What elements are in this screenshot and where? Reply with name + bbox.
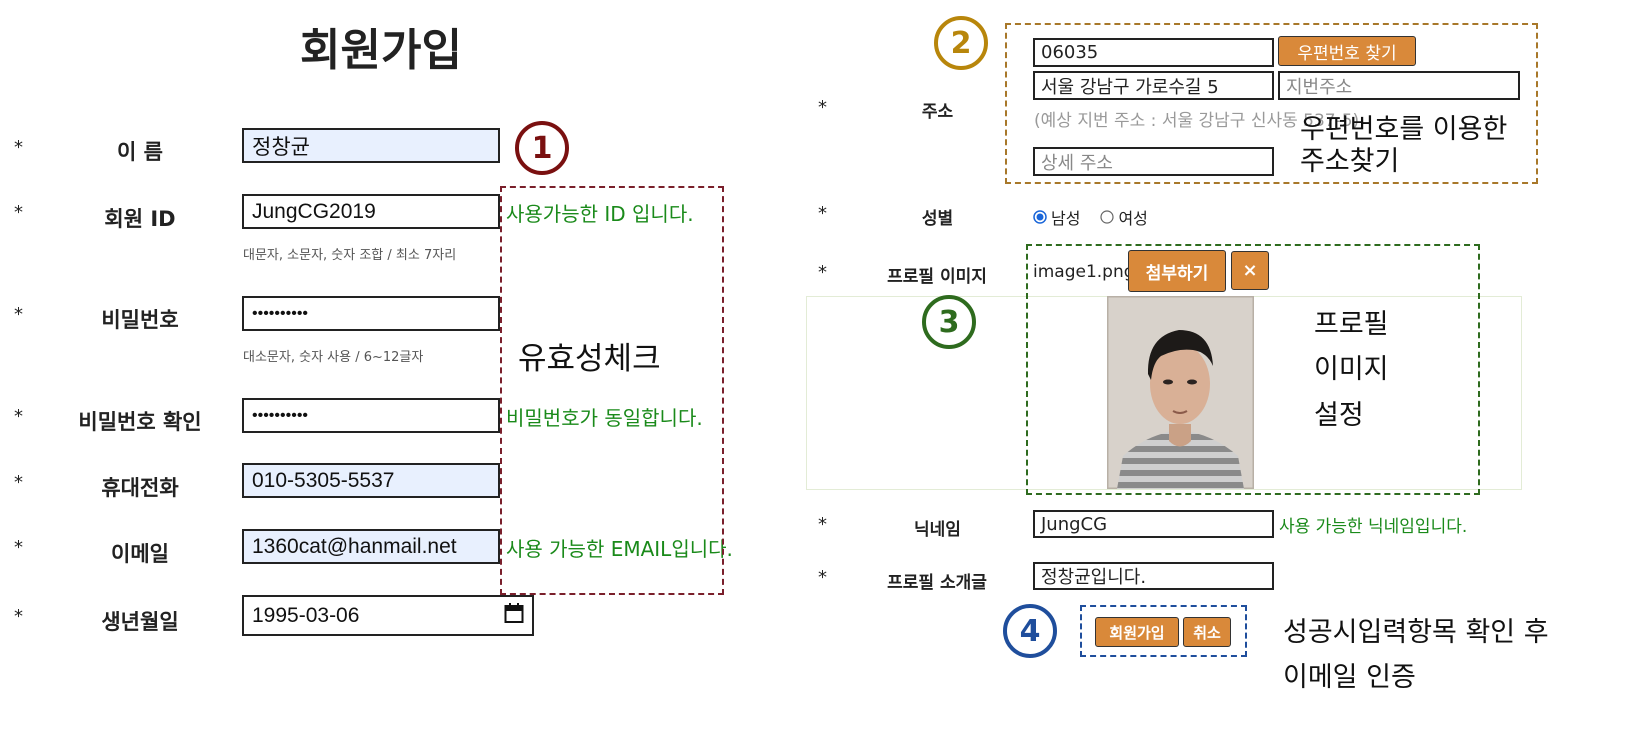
email-input[interactable]: 1360cat@hanmail.net — [242, 529, 500, 564]
step-marker-4: 4 — [1003, 604, 1057, 658]
address-note-line1: 우편번호를 이용한 — [1300, 114, 1508, 145]
birthdate-value: 1995-03-06 — [252, 603, 360, 627]
actions-note-line2: 이메일 인증 — [1283, 662, 1416, 694]
step-marker-2: 2 — [934, 16, 988, 70]
required-mark: * — [14, 537, 23, 558]
actions-note-line1: 성공시입력항목 확인 후 — [1283, 617, 1549, 648]
id-label: 회원 ID — [104, 207, 176, 231]
intro-label: 프로필 소개글 — [887, 573, 987, 593]
required-mark: * — [14, 406, 23, 427]
profile-note: 프로필 이미지 설정 — [1314, 302, 1389, 438]
birthdate-input[interactable]: 1995-03-06 — [242, 595, 534, 636]
profile-note-line2: 이미지 — [1314, 354, 1389, 386]
password-label: 비밀번호 — [101, 308, 179, 332]
signup-button[interactable]: 회원가입 — [1095, 617, 1179, 647]
find-postcode-button[interactable]: 우편번호 찾기 — [1278, 36, 1416, 66]
required-mark: * — [818, 203, 827, 224]
required-mark: * — [818, 262, 827, 283]
profile-filename: image1.png — [1033, 262, 1135, 282]
gender-label: 성별 — [921, 209, 954, 229]
profile-image-label: 프로필 이미지 — [887, 267, 987, 287]
gender-female-label: 여성 — [1118, 209, 1148, 228]
password-confirm-input[interactable]: •••••••••• — [242, 398, 500, 433]
jibun-address-input[interactable]: 지번주소 — [1278, 71, 1520, 100]
nickname-label: 닉네임 — [914, 520, 961, 540]
profile-note-line3: 설정 — [1314, 399, 1364, 431]
id-hint: 대문자, 소문자, 숫자 조합 / 최소 7자리 — [243, 248, 457, 263]
address-label: 주소 — [921, 102, 954, 122]
validity-note: 유효성체크 — [518, 341, 661, 377]
nickname-input[interactable]: JungCG — [1033, 510, 1274, 538]
profile-photo — [1105, 294, 1256, 491]
postcode-input[interactable]: 06035 — [1033, 38, 1274, 67]
cancel-button[interactable]: 취소 — [1183, 617, 1231, 647]
name-input[interactable]: 정창균 — [242, 128, 500, 163]
birthdate-label: 생년월일 — [101, 610, 179, 634]
name-label: 이 름 — [117, 140, 163, 164]
step-marker-1: 1 — [515, 121, 569, 175]
phone-label: 휴대전화 — [101, 476, 179, 500]
gender-options: 남성 여성 — [1033, 205, 1148, 229]
page-title: 회원가입 — [300, 25, 462, 76]
password-hint: 대소문자, 숫자 사용 / 6~12글자 — [243, 350, 424, 365]
address-note-line2: 주소찾기 — [1300, 146, 1400, 178]
actions-note: 성공시입력항목 확인 후 이메일 인증 — [1283, 610, 1549, 701]
road-address-input[interactable]: 서울 강남구 가로수길 5 — [1033, 71, 1274, 100]
validity-check-box — [500, 186, 724, 595]
phone-input[interactable]: 010-5305-5537 — [242, 463, 500, 498]
calendar-icon[interactable] — [504, 602, 524, 630]
required-mark: * — [818, 97, 827, 118]
required-mark: * — [818, 567, 827, 588]
attach-button[interactable]: 첨부하기 — [1128, 250, 1226, 292]
password-confirm-label: 비밀번호 확인 — [78, 410, 202, 434]
required-mark: * — [14, 606, 23, 627]
gender-male-radio[interactable] — [1033, 210, 1047, 224]
gender-female-radio[interactable] — [1100, 210, 1115, 224]
required-mark: * — [14, 137, 23, 158]
address-note: 우편번호를 이용한 주소찾기 — [1300, 114, 1507, 179]
required-mark: * — [14, 202, 23, 223]
required-mark: * — [818, 514, 827, 535]
intro-input[interactable]: 정창균입니다. — [1033, 562, 1274, 590]
required-mark: * — [14, 304, 23, 325]
profile-note-line1: 프로필 — [1314, 309, 1389, 340]
remove-image-button[interactable]: × — [1231, 251, 1269, 290]
email-label: 이메일 — [111, 542, 169, 566]
id-input[interactable]: JungCG2019 — [242, 194, 500, 229]
step-marker-3: 3 — [922, 295, 976, 349]
gender-male-label: 남성 — [1051, 209, 1081, 228]
nickname-status: 사용 가능한 닉네임입니다. — [1279, 517, 1468, 537]
password-input[interactable]: •••••••••• — [242, 296, 500, 331]
detail-address-input[interactable]: 상세 주소 — [1033, 147, 1274, 176]
required-mark: * — [14, 472, 23, 493]
